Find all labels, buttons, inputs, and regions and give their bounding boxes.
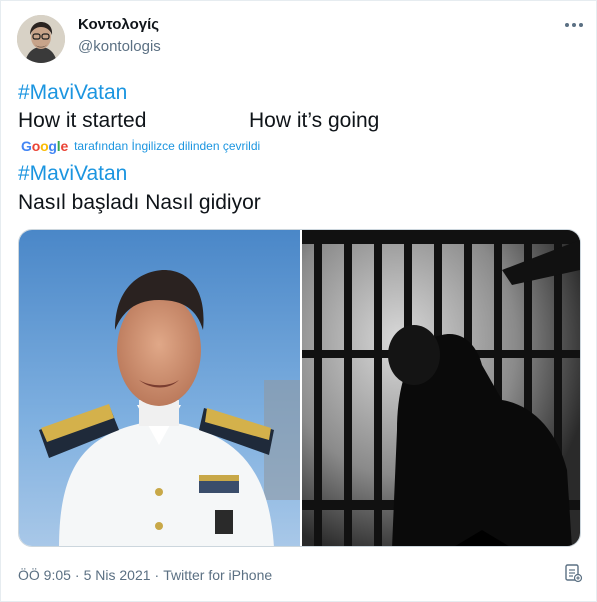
meta-separator: · (154, 567, 160, 583)
prison-photo-image (302, 230, 580, 546)
translation-note[interactable]: tarafından İngilizce dilinden çevrildi (74, 139, 260, 153)
tweet-source[interactable]: Twitter for iPhone (163, 567, 272, 583)
translated-text: Nasıl başladı Nasıl gidiyor (18, 191, 261, 214)
tweet-text-right: How it’s going (249, 109, 380, 132)
hashtag-link[interactable]: #MaviVatan (18, 81, 127, 105)
photo-officer[interactable] (19, 230, 300, 546)
translated-hashtag-link[interactable]: #MaviVatan (18, 162, 127, 186)
avatar[interactable] (17, 15, 65, 63)
tweet-time[interactable]: ÖÖ 9:05 (18, 567, 71, 583)
translation-attribution[interactable]: Google tarafından İngilizce dilinden çev… (21, 138, 260, 154)
analytics-icon[interactable] (563, 563, 583, 583)
tweet-meta: ÖÖ 9:05 · 5 Nis 2021 · Twitter for iPhon… (18, 567, 272, 583)
media-grid[interactable] (18, 229, 581, 547)
tweet-text-left: How it started (18, 109, 147, 132)
meta-separator: · (74, 567, 80, 583)
officer-photo-image (19, 230, 300, 546)
more-horizontal-icon[interactable] (563, 19, 585, 31)
google-logo: Google (21, 138, 69, 154)
avatar-image (17, 15, 65, 63)
author-name[interactable]: Κοντολογίς (78, 16, 159, 33)
tweet-date[interactable]: 5 Nis 2021 (84, 567, 151, 583)
tweet-card: Κοντολογίς @kontologis #MaviVatan How it… (0, 0, 597, 602)
author-handle[interactable]: @kontologis (78, 38, 161, 55)
photo-prison[interactable] (302, 230, 580, 546)
